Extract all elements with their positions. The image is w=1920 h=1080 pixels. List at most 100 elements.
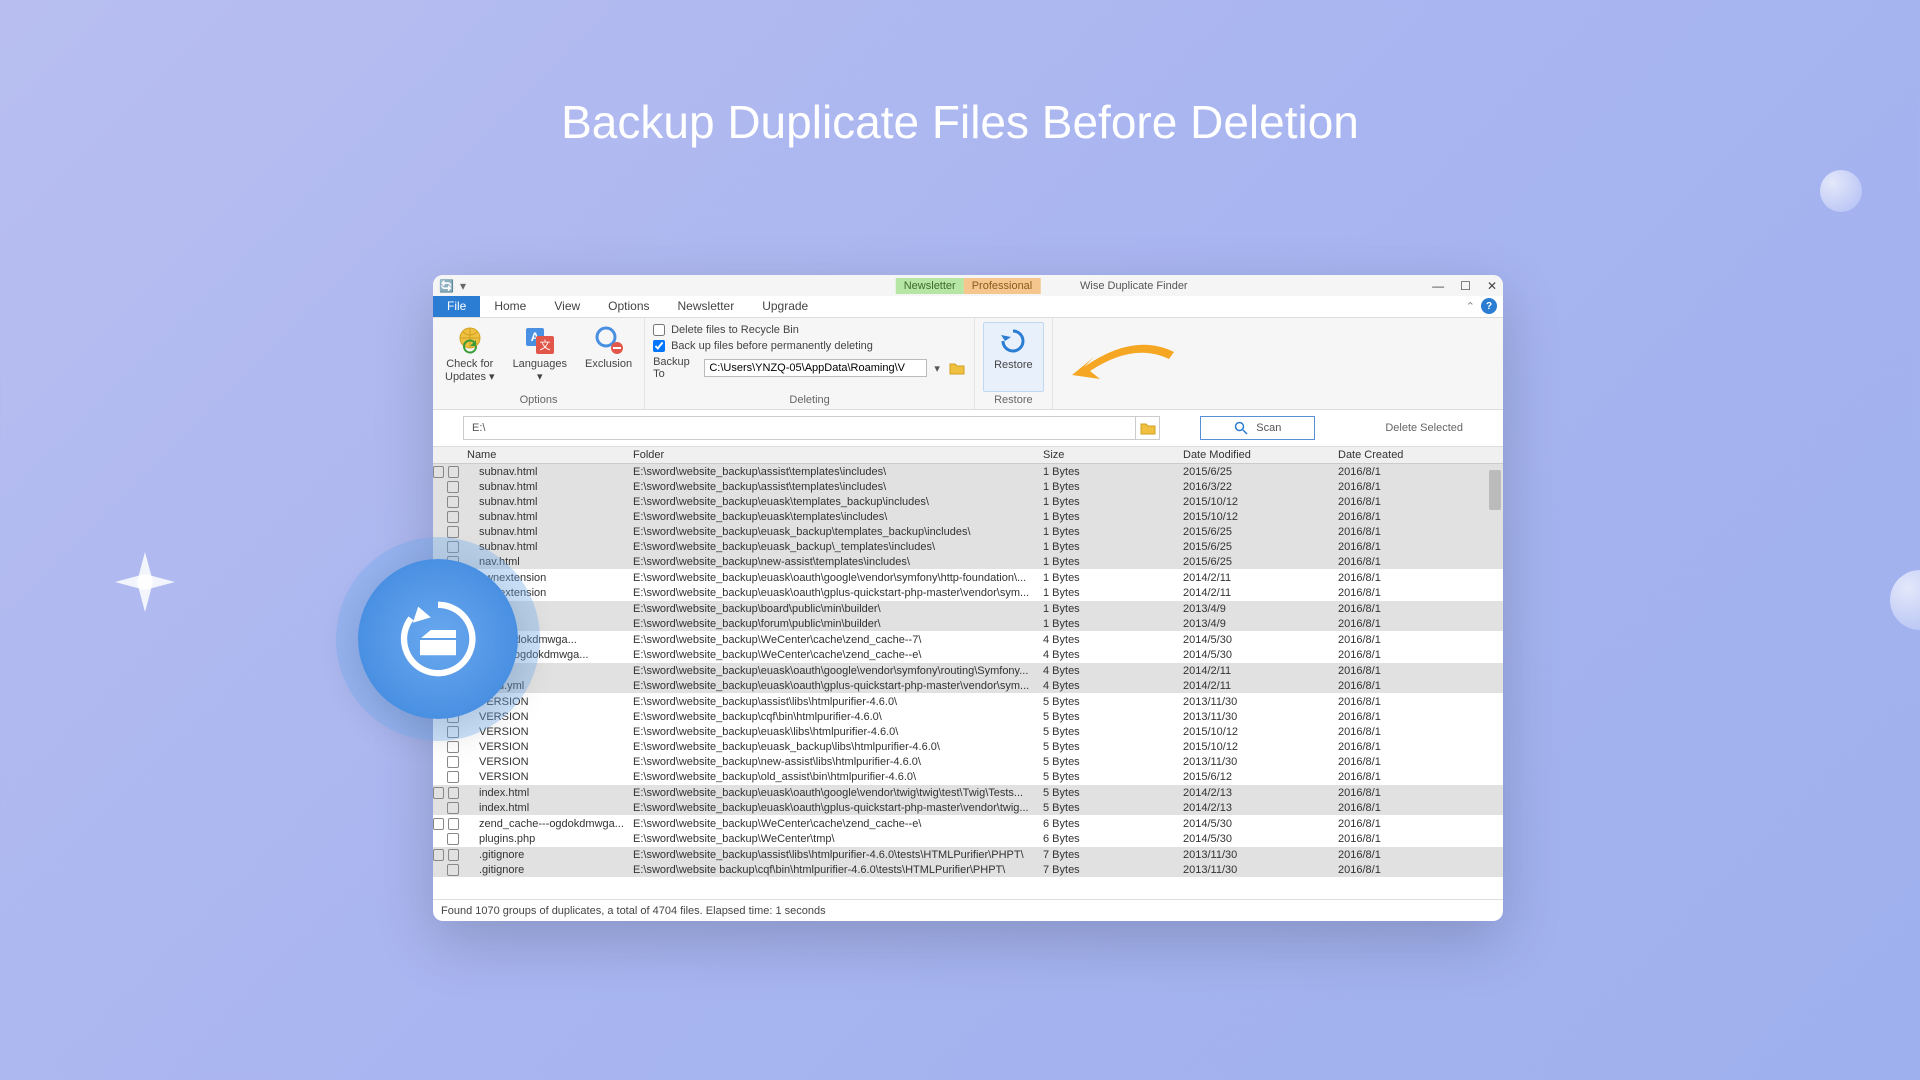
delete-selected-button[interactable]: Delete Selected — [1375, 418, 1473, 438]
cell-folder: E:\sword\website_backup\WeCenter\cache\z… — [633, 818, 1043, 830]
table-row[interactable]: ache---ogdokdmwga...E:\sword\website_bac… — [433, 647, 1503, 662]
table-row[interactable]: iid.ymlE:\sword\website_backup\euask\oau… — [433, 663, 1503, 678]
table-row[interactable]: subnav.htmlE:\sword\website_backup\euask… — [433, 539, 1503, 554]
results-grid: Name Folder Size Date Modified Date Crea… — [433, 446, 1503, 899]
backup-path-dropdown-icon[interactable]: ▾ — [931, 362, 944, 375]
row-checkbox[interactable] — [433, 771, 463, 783]
scrollbar-thumb[interactable] — [1489, 470, 1501, 510]
row-checkbox[interactable] — [433, 726, 463, 738]
col-created[interactable]: Date Created — [1338, 449, 1503, 461]
maximize-button[interactable]: ☐ — [1460, 279, 1471, 293]
table-row[interactable]: subnav.htmlE:\sword\website_backup\assis… — [433, 464, 1503, 479]
table-row[interactable]: .gitignoreE:\sword\website_backup\assist… — [433, 847, 1503, 862]
collapse-ribbon-icon[interactable]: ⌃ — [1466, 300, 1475, 313]
cell-name: VERSION — [463, 726, 633, 738]
newsletter-tag[interactable]: Newsletter — [896, 278, 964, 294]
recycle-checkbox[interactable]: Delete files to Recycle Bin — [653, 324, 966, 336]
backup-path-input[interactable] — [704, 359, 926, 377]
restore-button[interactable]: Restore — [983, 322, 1044, 392]
row-checkbox[interactable] — [433, 496, 463, 508]
cell-folder: E:\sword\website_backup\euask\oauth\goog… — [633, 787, 1043, 799]
table-row[interactable]: plugins.phpE:\sword\website_backup\WeCen… — [433, 831, 1503, 846]
bg-bubble — [1820, 170, 1862, 212]
table-row[interactable]: VERSIONE:\sword\website_backup\assist\li… — [433, 694, 1503, 709]
backup-checkbox[interactable]: Back up files before permanently deletin… — [653, 340, 966, 352]
table-row[interactable]: zend_cache---ogdokdmwga...E:\sword\websi… — [433, 816, 1503, 831]
row-checkbox[interactable] — [433, 818, 463, 830]
table-row[interactable]: est.jsE:\sword\website_backup\board\publ… — [433, 601, 1503, 616]
table-row[interactable]: he---ogdokdmwga...E:\sword\website_backu… — [433, 632, 1503, 647]
ribbon-group-restore: Restore Restore — [975, 318, 1053, 409]
check-updates-button[interactable]: Check for Updates ▾ — [441, 322, 499, 392]
tab-newsletter[interactable]: Newsletter — [664, 296, 749, 317]
table-row[interactable]: VERSIONE:\sword\website_backup\cqf\bin\h… — [433, 709, 1503, 724]
row-checkbox[interactable] — [433, 481, 463, 493]
tab-home[interactable]: Home — [480, 296, 540, 317]
col-folder[interactable]: Folder — [633, 449, 1043, 461]
scan-path-input[interactable] — [463, 416, 1136, 440]
cell-folder: E:\sword\website_backup\cqf\bin\htmlpuri… — [633, 711, 1043, 723]
cell-created: 2016/8/1 — [1338, 634, 1503, 646]
cell-size: 6 Bytes — [1043, 818, 1183, 830]
table-row[interactable]: VERSIONE:\sword\website_backup\euask_bac… — [433, 739, 1503, 754]
row-checkbox[interactable] — [433, 511, 463, 523]
qat-dropdown-icon[interactable]: ▾ — [460, 279, 466, 293]
col-name[interactable]: Name — [463, 449, 633, 461]
table-row[interactable]: subnav.htmlE:\sword\website_backup\euask… — [433, 494, 1503, 509]
languages-button[interactable]: A文 Languages ▾ — [509, 322, 571, 392]
row-checkbox[interactable] — [433, 787, 463, 799]
tab-options[interactable]: Options — [594, 296, 663, 317]
refresh-icon[interactable]: 🔄 — [439, 279, 454, 293]
cell-created: 2016/8/1 — [1338, 756, 1503, 768]
table-row[interactable]: subnav.htmlE:\sword\website_backup\euask… — [433, 509, 1503, 524]
cell-modified: 2013/11/30 — [1183, 864, 1338, 876]
exclusion-button[interactable]: Exclusion — [581, 322, 636, 392]
languages-label: Languages ▾ — [513, 358, 567, 383]
row-checkbox[interactable] — [433, 541, 463, 553]
table-row[interactable]: ownextensionE:\sword\website_backup\euas… — [433, 585, 1503, 600]
cell-folder: E:\sword\website_backup\euask\libs\htmlp… — [633, 726, 1043, 738]
browse-scan-folder-button[interactable] — [1136, 416, 1160, 440]
recycle-label: Delete files to Recycle Bin — [671, 324, 799, 336]
languages-icon: A文 — [524, 324, 556, 356]
cell-size: 1 Bytes — [1043, 496, 1183, 508]
table-row[interactable]: index.htmlE:\sword\website_backup\euask\… — [433, 785, 1503, 800]
table-row[interactable]: VERSIONE:\sword\website_backup\old_assis… — [433, 769, 1503, 784]
cell-folder: E:\sword\website_backup\euask_backup\lib… — [633, 741, 1043, 753]
table-row[interactable]: VERSIONE:\sword\website_backup\euask\lib… — [433, 724, 1503, 739]
tab-view[interactable]: View — [540, 296, 594, 317]
row-checkbox[interactable] — [433, 526, 463, 538]
table-row[interactable]: index.htmlE:\sword\website_backup\euask\… — [433, 800, 1503, 815]
duplicate-group: est.jsE:\sword\website_backup\board\publ… — [433, 601, 1503, 632]
table-row[interactable]: nav.htmlE:\sword\website_backup\new-assi… — [433, 554, 1503, 569]
table-row[interactable]: est.jsE:\sword\website_backup\forum\publ… — [433, 616, 1503, 631]
scan-button[interactable]: Scan — [1200, 416, 1315, 440]
row-checkbox[interactable] — [433, 864, 463, 876]
table-row[interactable]: ownextensionE:\sword\website_backup\euas… — [433, 570, 1503, 585]
cell-size: 1 Bytes — [1043, 526, 1183, 538]
row-checkbox[interactable] — [433, 466, 463, 478]
browse-folder-button[interactable] — [948, 359, 966, 377]
close-button[interactable]: ✕ — [1487, 279, 1497, 293]
table-row[interactable]: .gitignoreE:\sword\website backup\cqf\bi… — [433, 862, 1503, 877]
tab-file[interactable]: File — [433, 296, 480, 317]
professional-tag[interactable]: Professional — [964, 278, 1041, 294]
row-checkbox[interactable] — [433, 756, 463, 768]
tab-upgrade[interactable]: Upgrade — [748, 296, 822, 317]
minimize-button[interactable]: — — [1432, 279, 1444, 293]
table-row[interactable]: subnav.htmlE:\sword\website_backup\euask… — [433, 524, 1503, 539]
table-row[interactable]: ivalid.ymlE:\sword\website_backup\euask\… — [433, 678, 1503, 693]
row-checkbox[interactable] — [433, 802, 463, 814]
col-size[interactable]: Size — [1043, 449, 1183, 461]
help-icon[interactable]: ? — [1481, 298, 1497, 314]
col-modified[interactable]: Date Modified — [1183, 449, 1338, 461]
row-checkbox[interactable] — [433, 833, 463, 845]
cell-modified: 2015/6/25 — [1183, 556, 1338, 568]
row-checkbox[interactable] — [433, 741, 463, 753]
row-checkbox[interactable] — [433, 849, 463, 861]
exclusion-icon — [593, 324, 625, 356]
table-row[interactable]: subnav.htmlE:\sword\website_backup\assis… — [433, 479, 1503, 494]
cell-name: subnav.html — [463, 481, 633, 493]
cell-created: 2016/8/1 — [1338, 726, 1503, 738]
table-row[interactable]: VERSIONE:\sword\website_backup\new-assis… — [433, 754, 1503, 769]
